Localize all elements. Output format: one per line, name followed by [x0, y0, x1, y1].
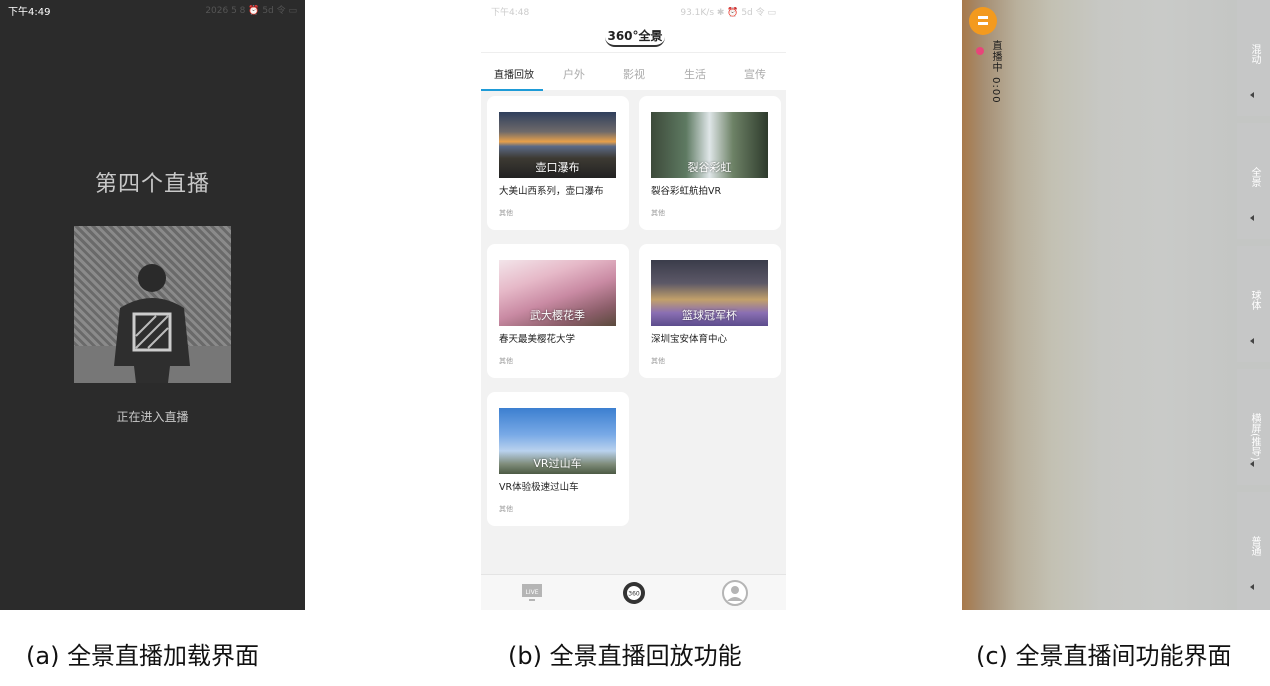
video-card[interactable]: 裂谷彩虹 裂谷彩虹航拍VR 其他: [639, 96, 781, 230]
live-status: 直播中 0:00: [990, 40, 1001, 104]
status-bar: 下午4:49 2026 5 8 ⏰ 5d 令 ▭: [0, 0, 305, 18]
video-title: 大美山西系列，壶口瀑布: [499, 186, 604, 197]
person-silhouette-icon: [74, 264, 231, 383]
chevron-left-icon: [1250, 338, 1254, 344]
video-tag: 其他: [651, 209, 665, 217]
menu-icon: [978, 16, 988, 25]
status-indicators: 93.1K/s ✱ ⏰ 5d 令 ▭: [680, 8, 776, 18]
live-room-screen: 直播中 0:00 混动 全景 球体 横屏(推导) 普通: [962, 0, 1270, 610]
live-cover-image: [74, 226, 231, 383]
video-card[interactable]: 武大樱花季 春天最美樱花大学 其他: [487, 244, 629, 378]
video-card[interactable]: 篮球冠军杯 深圳宝安体育中心 其他: [639, 244, 781, 378]
view-mode-label: 球体: [1249, 290, 1260, 310]
thumbnail-label: 壶口瀑布: [535, 161, 580, 174]
tab-film[interactable]: 影视: [623, 66, 645, 82]
view-mode-label: 普通: [1249, 536, 1260, 556]
live-tv-icon[interactable]: LIVE: [521, 583, 543, 603]
video-tag: 其他: [499, 209, 513, 217]
video-tag: 其他: [499, 505, 513, 513]
thumbnail-label: 武大樱花季: [530, 309, 585, 322]
live-loading-screen: 下午4:49 2026 5 8 ⏰ 5d 令 ▭ 第四个直播 正在进入直播: [0, 0, 305, 610]
menu-button[interactable]: [969, 7, 997, 35]
video-thumbnail: VR过山车: [499, 408, 616, 474]
center-label: 360: [628, 591, 640, 598]
caption-a: (a) 全景直播加载界面: [26, 642, 260, 670]
caption-c: (c) 全景直播间功能界面: [976, 642, 1232, 670]
360-camera-icon[interactable]: 360: [622, 581, 646, 605]
live-title: 第四个直播: [94, 172, 210, 197]
chevron-left-icon: [1250, 215, 1254, 221]
status-bar: 下午4:48 93.1K/s ✱ ⏰ 5d 令 ▭: [481, 0, 786, 20]
caption-b: (b) 全景直播回放功能: [508, 642, 742, 670]
app-bar: 360°全景: [481, 20, 786, 52]
chevron-left-icon: [1250, 92, 1254, 98]
user-avatar-icon[interactable]: [722, 580, 748, 606]
tab-outdoor[interactable]: 户外: [563, 66, 585, 82]
bottom-navigation: LIVE 360: [481, 574, 786, 610]
video-thumbnail: 壶口瀑布: [499, 112, 616, 178]
video-title: 深圳宝安体育中心: [651, 334, 728, 345]
status-indicators: 2026 5 8 ⏰ 5d 令 ▭: [205, 6, 297, 16]
view-mode-item[interactable]: 横屏(推导): [1237, 369, 1270, 485]
view-mode-item[interactable]: 普通: [1237, 492, 1270, 610]
tab-replay[interactable]: 直播回放: [494, 66, 534, 81]
tab-active-indicator: [481, 89, 543, 91]
chevron-left-icon: [1250, 584, 1254, 590]
view-mode-label: 横屏(推导): [1249, 413, 1260, 461]
video-title: 裂谷彩虹航拍VR: [651, 186, 722, 197]
video-card[interactable]: VR过山车 VR体验极速过山车 其他: [487, 392, 629, 526]
video-card[interactable]: 壶口瀑布 大美山西系列，壶口瀑布 其他: [487, 96, 629, 230]
view-mode-item[interactable]: 球体: [1237, 246, 1270, 362]
live-dot-icon: [976, 47, 984, 55]
view-mode-item[interactable]: 全景: [1237, 123, 1270, 239]
live-label: LIVE: [525, 589, 538, 596]
status-time: 下午4:48: [491, 8, 530, 18]
chevron-left-icon: [1250, 461, 1254, 467]
category-tabs: 直播回放 户外 影视 生活 宣传: [481, 52, 786, 91]
video-thumbnail: 裂谷彩虹: [651, 112, 768, 178]
view-mode-label: 混动: [1249, 44, 1260, 64]
tab-promo[interactable]: 宣传: [744, 66, 766, 82]
video-thumbnail: 武大樱花季: [499, 260, 616, 326]
replay-screen: 下午4:48 93.1K/s ✱ ⏰ 5d 令 ▭ 360°全景 直播回放 户外…: [481, 0, 786, 610]
video-thumbnail: 篮球冠军杯: [651, 260, 768, 326]
tab-life[interactable]: 生活: [684, 66, 706, 82]
view-mode-item[interactable]: 混动: [1237, 0, 1270, 116]
status-time: 下午4:49: [8, 7, 51, 18]
video-tag: 其他: [651, 357, 665, 365]
loading-text: 正在进入直播: [116, 410, 189, 424]
video-title: VR体验极速过山车: [499, 482, 579, 493]
thumbnail-label: VR过山车: [533, 457, 582, 470]
view-mode-label: 全景: [1249, 167, 1260, 187]
video-title: 春天最美樱花大学: [499, 334, 576, 345]
video-tag: 其他: [499, 357, 513, 365]
app-logo: 360°全景: [605, 27, 665, 47]
thumbnail-label: 裂谷彩虹: [687, 161, 732, 174]
thumbnail-label: 篮球冠军杯: [682, 309, 737, 322]
